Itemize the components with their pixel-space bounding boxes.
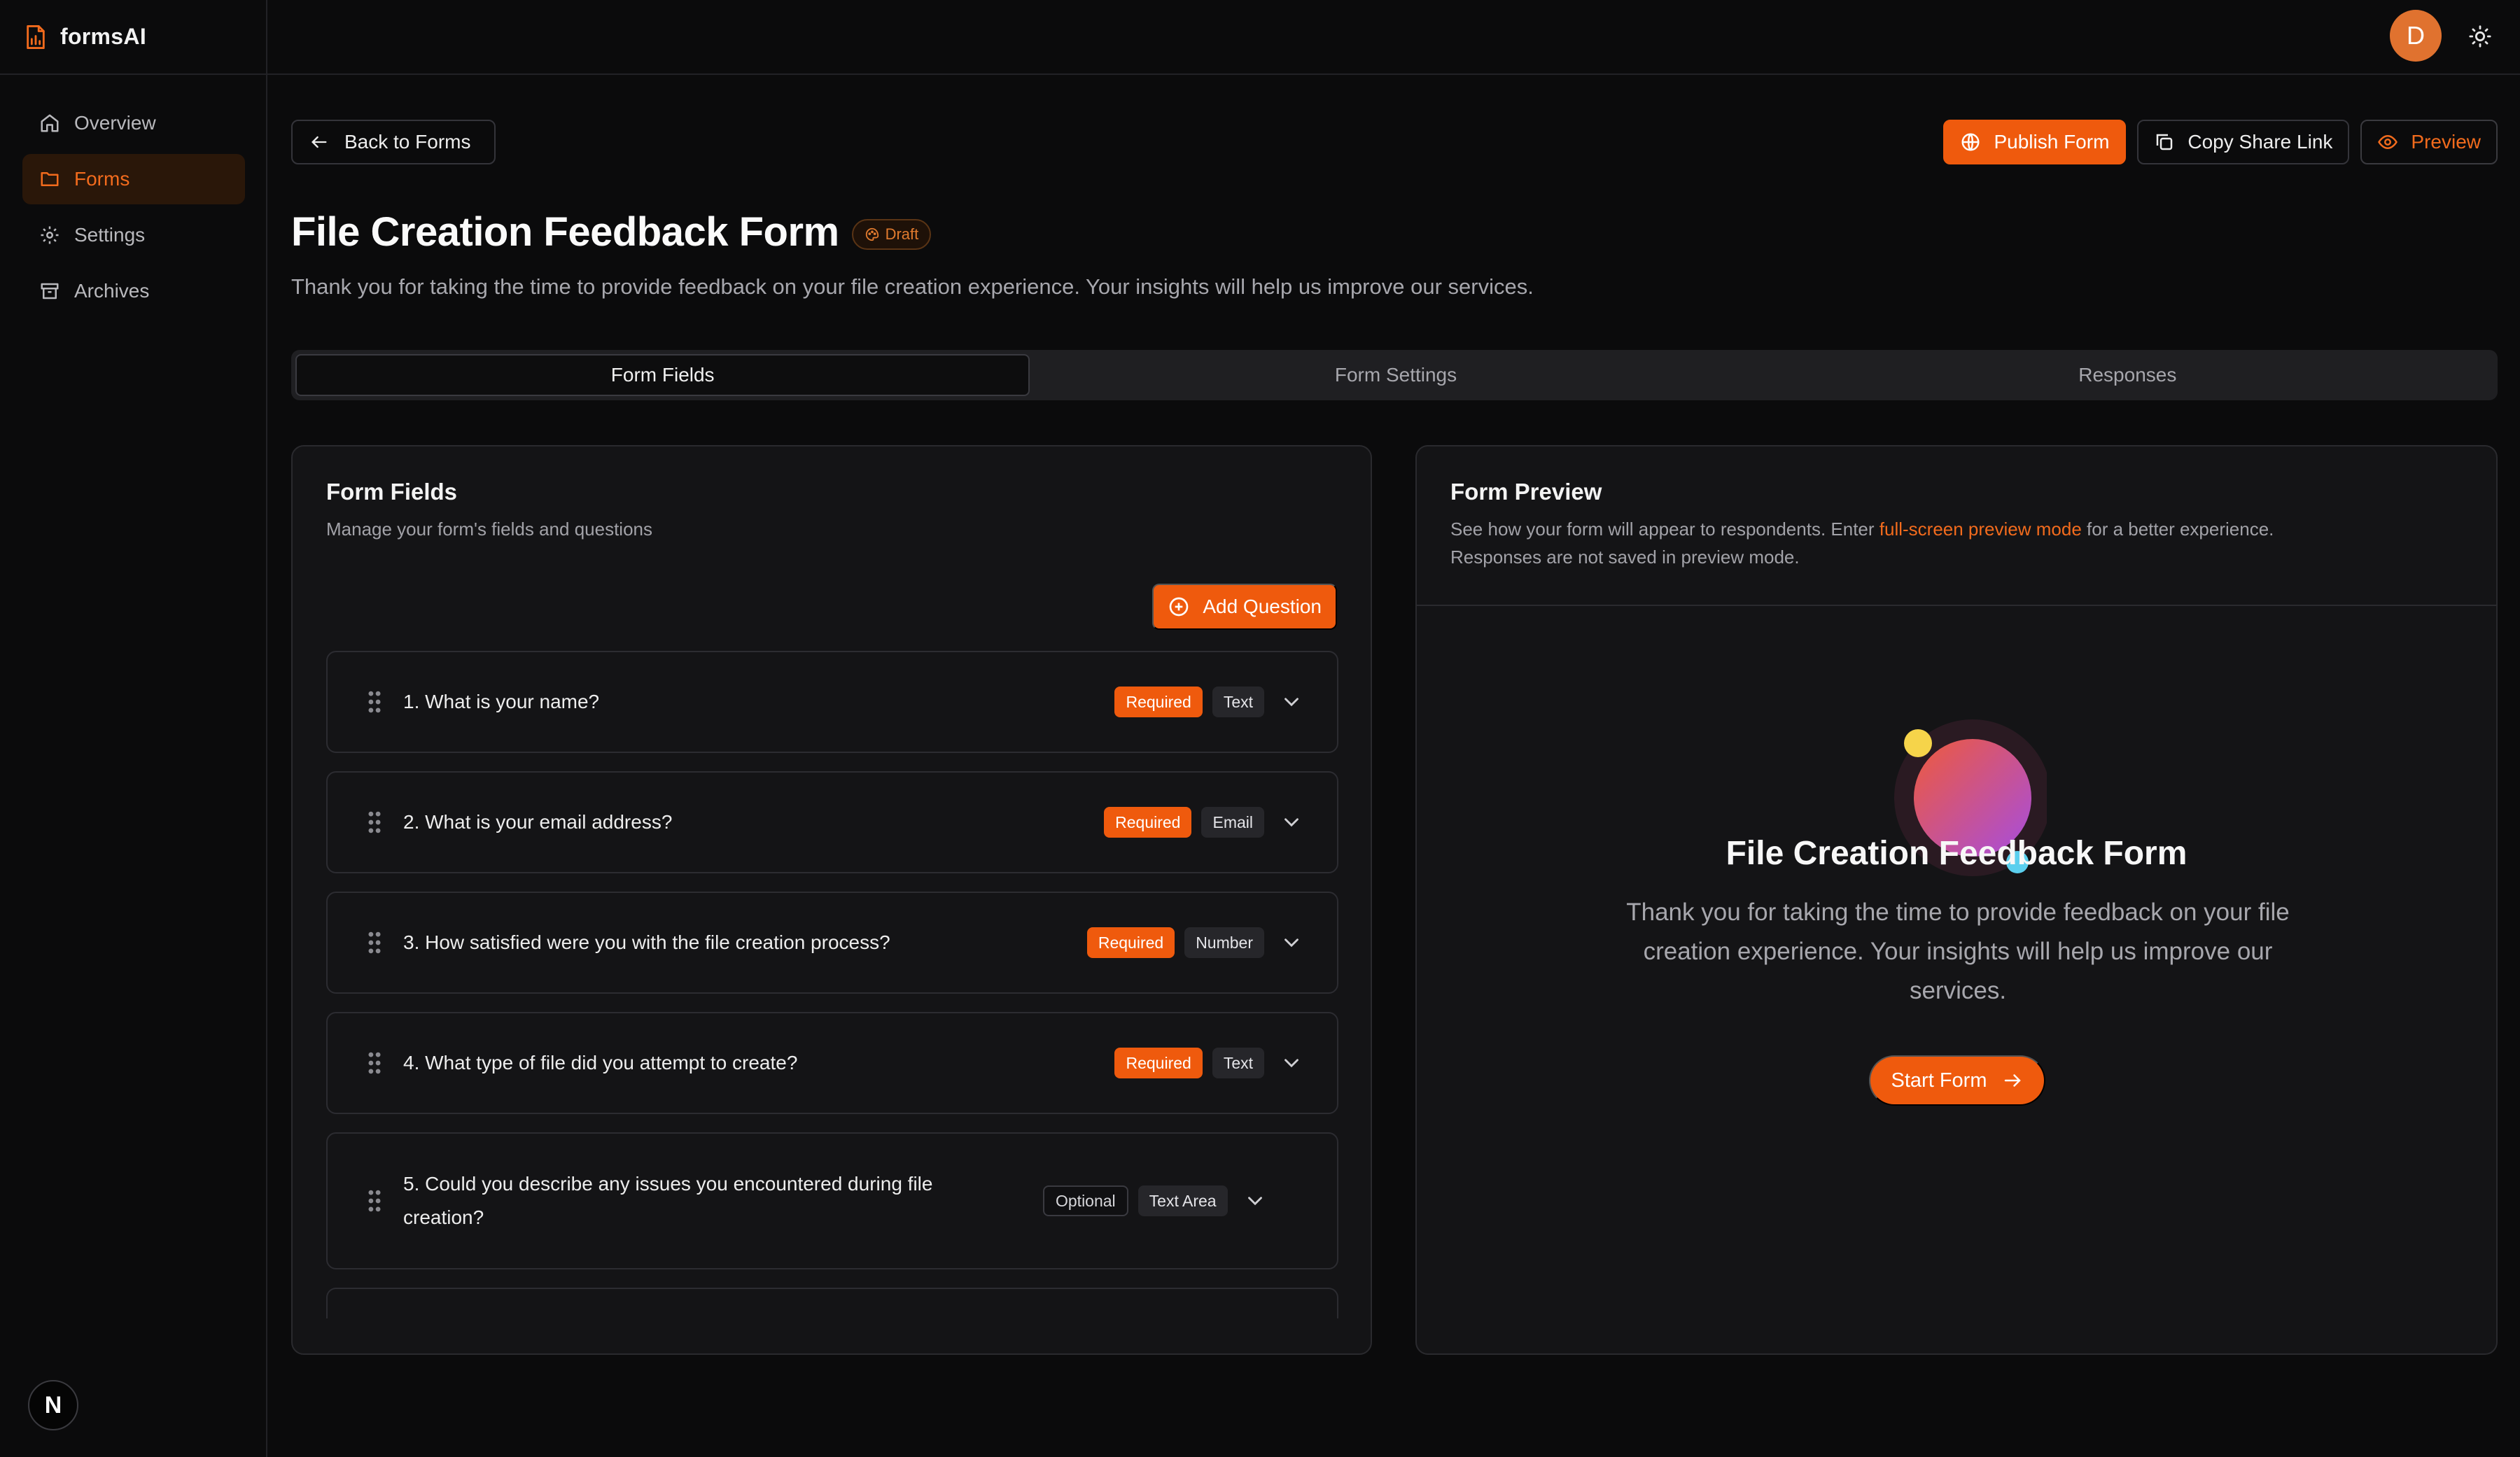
publish-label: Publish Form: [1994, 131, 2110, 153]
chevron-down-icon[interactable]: [1280, 1051, 1303, 1075]
add-question-button[interactable]: Add Question: [1152, 584, 1337, 630]
topbar: D: [267, 0, 2520, 75]
question-text: 4. What type of file did you attempt to …: [403, 1052, 798, 1074]
status-label: Draft: [885, 225, 919, 243]
arrow-left-icon: [309, 132, 329, 152]
question-item[interactable]: 3. How satisfied were you with the file …: [326, 892, 1338, 994]
sidebar-item-label: Forms: [74, 168, 130, 190]
drag-handle-icon[interactable]: [367, 931, 382, 955]
sidebar-item-settings[interactable]: Settings: [22, 210, 245, 260]
preview-note: Responses are not saved in preview mode.: [1450, 547, 1800, 568]
panel-subtitle: See how your form will appear to respond…: [1450, 515, 2463, 571]
chevron-down-icon[interactable]: [1243, 1189, 1267, 1213]
preview-button[interactable]: Preview: [2360, 120, 2498, 164]
drag-handle-icon[interactable]: [367, 1189, 382, 1213]
question-item[interactable]: 2. What is your email address? Required …: [326, 771, 1338, 873]
sidebar-item-overview[interactable]: Overview: [22, 98, 245, 148]
question-item-partial[interactable]: [326, 1288, 1338, 1318]
type-badge: Text: [1212, 687, 1264, 717]
question-list: 1. What is your name? Required Text 2. W…: [326, 651, 1338, 1318]
form-preview-panel: Form Preview See how your form will appe…: [1415, 445, 2498, 1355]
chevron-down-icon[interactable]: [1280, 690, 1303, 714]
back-to-forms-button[interactable]: Back to Forms: [291, 120, 496, 164]
drag-handle-icon[interactable]: [367, 690, 382, 714]
start-form-label: Start Form: [1891, 1069, 1987, 1092]
title-row: File Creation Feedback Form Draft: [291, 209, 932, 255]
form-fields-panel: Form Fields Manage your form's fields an…: [291, 445, 1372, 1355]
sidebar-item-label: Settings: [74, 224, 146, 246]
full-screen-preview-link[interactable]: full-screen preview mode: [1879, 519, 2082, 540]
tab-form-fields[interactable]: Form Fields: [295, 354, 1030, 396]
preview-form-title: File Creation Feedback Form: [1726, 835, 2188, 872]
panel-title: Form Preview: [1450, 479, 1602, 505]
question-text: 5. Could you describe any issues you enc…: [403, 1173, 933, 1228]
tab-responses[interactable]: Responses: [1762, 354, 2493, 396]
sun-icon[interactable]: [2468, 24, 2492, 48]
gear-icon: [39, 225, 60, 246]
file-chart-icon: [24, 24, 48, 50]
globe-icon: [1960, 132, 1981, 153]
framework-badge[interactable]: N: [28, 1380, 78, 1430]
required-badge: Required: [1086, 927, 1175, 958]
add-question-label: Add Question: [1203, 596, 1322, 617]
avatar[interactable]: D: [2390, 10, 2442, 62]
drag-handle-icon[interactable]: [367, 1051, 382, 1075]
question-item[interactable]: 4. What type of file did you attempt to …: [326, 1012, 1338, 1114]
plus-circle-icon: [1168, 596, 1190, 618]
preview-hint-text: See how your form will appear to respond…: [1450, 519, 1879, 540]
type-badge: Text: [1212, 1048, 1264, 1078]
type-badge: Email: [1201, 807, 1264, 838]
start-form-button[interactable]: Start Form: [1869, 1055, 2045, 1106]
preview-hint-text-after: for a better experience.: [2081, 519, 2274, 540]
publish-form-button[interactable]: Publish Form: [1943, 120, 2127, 164]
status-badge: Draft: [851, 218, 932, 250]
required-badge: Required: [1114, 1048, 1203, 1078]
chevron-down-icon[interactable]: [1280, 931, 1303, 955]
question-text: 2. What is your email address?: [403, 811, 673, 833]
tabs: Form Fields Form Settings Responses: [291, 350, 2498, 400]
sidebar-item-label: Overview: [74, 112, 156, 134]
archive-icon: [39, 281, 60, 302]
folder-icon: [39, 169, 60, 190]
sidebar-item-archives[interactable]: Archives: [22, 266, 245, 316]
optional-badge: Optional: [1043, 1185, 1128, 1216]
question-item[interactable]: 5. Could you describe any issues you enc…: [326, 1132, 1338, 1269]
palette-icon: [864, 227, 880, 242]
type-badge: Number: [1184, 927, 1264, 958]
required-badge: Required: [1104, 807, 1192, 838]
back-label: Back to Forms: [344, 131, 471, 153]
sidebar: formsAI Overview Forms Settings Archives: [0, 0, 267, 1457]
arrow-right-icon: [2002, 1070, 2023, 1091]
drag-handle-icon[interactable]: [367, 810, 382, 834]
panel-title: Form Fields: [326, 479, 458, 505]
header-actions: Publish Form Copy Share Link Preview: [1943, 120, 2498, 164]
chevron-down-icon[interactable]: [1280, 810, 1303, 834]
preview-label: Preview: [2411, 131, 2481, 153]
tab-form-settings[interactable]: Form Settings: [1030, 354, 1761, 396]
preview-body: File Creation Feedback Form Thank you fo…: [1417, 603, 2496, 1353]
sidebar-nav: Overview Forms Settings Archives: [22, 98, 245, 322]
page-title: File Creation Feedback Form: [291, 209, 839, 255]
type-badge: Text Area: [1138, 1185, 1228, 1216]
preview-form-description: Thank you for taking the time to provide…: [1626, 899, 2290, 1004]
eye-icon: [2377, 132, 2398, 153]
required-badge: Required: [1114, 687, 1203, 717]
panel-subtitle: Manage your form's fields and questions: [326, 519, 652, 540]
copy-icon: [2154, 132, 2175, 153]
page-description: Thank you for taking the time to provide…: [291, 274, 1534, 299]
question-item[interactable]: 1. What is your name? Required Text: [326, 651, 1338, 753]
brand-name: formsAI: [60, 24, 147, 49]
question-text: 3. How satisfied were you with the file …: [403, 931, 890, 953]
copy-share-link-button[interactable]: Copy Share Link: [2137, 120, 2350, 164]
home-icon: [39, 113, 60, 134]
brand[interactable]: formsAI: [0, 0, 266, 75]
sidebar-item-forms[interactable]: Forms: [22, 154, 245, 204]
sidebar-item-label: Archives: [74, 280, 150, 302]
question-text: 1. What is your name?: [403, 691, 600, 712]
copy-label: Copy Share Link: [2188, 131, 2333, 153]
